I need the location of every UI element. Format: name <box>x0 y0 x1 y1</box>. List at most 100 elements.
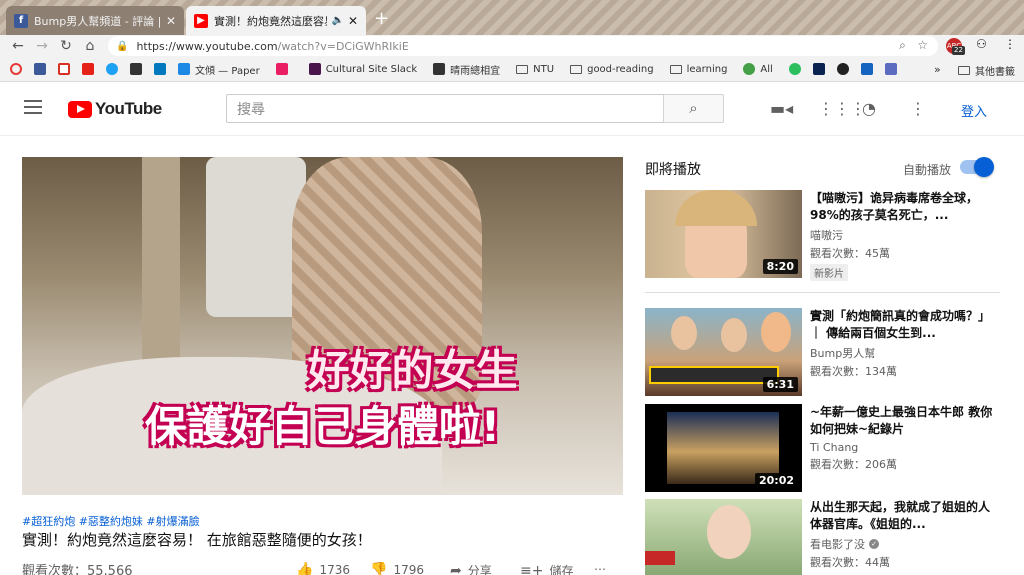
youtube-play-icon <box>68 100 92 118</box>
autoplay-toggle[interactable] <box>960 157 994 177</box>
card-title[interactable]: 【喵嗷污】诡异病毒席卷全球，98%的孩子莫名死亡，... <box>810 190 1000 224</box>
tab-facebook[interactable]: f Bump男人幫頻道 - 評論 | Facebook ✕ <box>6 6 184 35</box>
github-icon[interactable] <box>836 63 849 75</box>
mlb-icon[interactable] <box>812 63 825 75</box>
video-thumbnail[interactable]: 6:31 <box>645 308 802 396</box>
video-frame-figure <box>206 157 306 317</box>
feedly-icon <box>743 63 756 75</box>
site-icon[interactable] <box>884 63 897 75</box>
duration-badge: 8:20 <box>762 259 798 274</box>
list-item[interactable]: 20:02 ~年薪一億史上最強日本牛郎 教你如何把妹~紀錄片 Ti Chang … <box>645 404 1005 492</box>
slack-icon <box>308 63 321 75</box>
extension-icon[interactable]: ABC22 <box>946 38 965 55</box>
facebook-icon[interactable] <box>34 63 46 75</box>
bookmark-all[interactable]: All <box>743 63 773 75</box>
card-title[interactable]: 實測「約炮簡訊真的會成功嗎？」｜ 傳給兩百個女生到... <box>810 308 1000 342</box>
search-input[interactable]: 搜尋 <box>226 94 664 123</box>
settings-more-icon[interactable]: ⋮ <box>910 99 926 118</box>
sign-in-button[interactable]: 登入 <box>961 101 987 120</box>
share-button[interactable]: ➦ 分享 <box>450 562 492 575</box>
card-channel[interactable]: Bump男人幫 <box>810 345 1000 361</box>
thumb-label <box>645 551 675 565</box>
card-info: 【喵嗷污】诡异病毒席卷全球，98%的孩子莫名死亡，... 喵嗷污 觀看次數：45… <box>810 190 1000 281</box>
create-video-icon[interactable]: ▬◂ <box>770 99 793 118</box>
add-to-playlist-icon: ≡+ <box>520 562 544 575</box>
like-button[interactable]: 👍 1736 <box>296 562 350 575</box>
close-tab-icon[interactable]: ✕ <box>166 14 176 28</box>
search-button[interactable]: ⌕ <box>663 94 724 123</box>
bookmark-pattern[interactable] <box>275 63 293 75</box>
autoplay-label: 自動播放 <box>903 163 952 177</box>
hamburger-menu-icon[interactable] <box>24 100 42 114</box>
shield-icon[interactable] <box>860 63 873 75</box>
bookmarks-bar: 文傾 — Paper Cultural Site Slack 晴雨總相宜 NTU… <box>0 57 1024 82</box>
tab-youtube[interactable]: ▶ 實測！約炮竟然這麼容易！ 在旅館 🔈 ✕ <box>186 6 366 35</box>
bookmark-folder-ntu[interactable]: NTU <box>516 64 554 75</box>
menu-icon[interactable]: ⋮ <box>1004 37 1016 51</box>
other-bookmarks[interactable]: 其他書籤 <box>958 63 1015 78</box>
back-icon[interactable]: ← <box>6 38 30 54</box>
bookmark-blog[interactable]: 晴雨總相宜 <box>433 62 500 77</box>
card-channel[interactable]: 看电影了没 ✓ <box>810 536 1000 552</box>
incognito-icon[interactable]: ⚇ <box>976 37 987 51</box>
evernote-icon[interactable] <box>788 63 801 75</box>
save-button[interactable]: ≡+ 儲存 <box>520 562 573 575</box>
card-title[interactable]: 从出生那天起，我就成了姐姐的人体器官库。《姐姐的... <box>810 499 1000 533</box>
video-player[interactable]: 好好的女生 保護好自己身體啦! <box>22 157 623 495</box>
tab-title: 實測！約炮竟然這麼容易！ 在旅館 <box>214 14 327 28</box>
card-channel[interactable]: Ti Chang <box>810 441 1000 454</box>
youtube-icon: ▶ <box>194 13 208 28</box>
url-field[interactable]: 🔒 https://www.youtube.com/watch?v=DCiGWh… <box>108 36 938 56</box>
trello-icon[interactable] <box>154 63 166 75</box>
list-item[interactable]: 6:31 實測「約炮簡訊真的會成功嗎？」｜ 傳給兩百個女生到... Bump男人… <box>645 308 1005 396</box>
youtube-icon[interactable] <box>82 63 94 75</box>
thumb-person-2 <box>721 318 747 352</box>
bookmark-icon[interactable] <box>10 63 22 75</box>
zoom-icon[interactable]: ⌕ ☆ <box>899 38 928 53</box>
apps-grid-icon[interactable]: ⋮⋮⋮ <box>818 99 866 118</box>
facebook-icon: f <box>14 13 28 28</box>
card-views: 觀看次數：44萬 <box>810 556 890 569</box>
messages-icon[interactable]: ◔ <box>862 99 876 118</box>
twitter-icon[interactable] <box>106 63 118 75</box>
bookmark-folder-learning[interactable]: learning <box>669 64 727 75</box>
tab-title: Bump男人幫頻道 - 評論 | Facebook <box>34 14 162 28</box>
card-channel[interactable]: 喵嗷污 <box>810 227 1000 243</box>
duration-badge: 6:31 <box>762 377 798 392</box>
video-view-count: 觀看次數：55,566 <box>22 564 133 575</box>
gmail-icon[interactable] <box>58 63 70 75</box>
layers-icon <box>178 63 190 75</box>
video-hashtags[interactable]: #超狂約炮 #惡整約炮妹 #射爆滿臉 <box>22 513 200 529</box>
dislike-button[interactable]: 👎 1796 <box>370 562 424 575</box>
folder-icon <box>669 64 682 74</box>
search-icon: ⌕ <box>689 99 698 117</box>
video-thumbnail[interactable]: 20:02 <box>645 404 802 492</box>
card-title[interactable]: ~年薪一億史上最強日本牛郎 教你如何把妹~紀錄片 <box>810 404 1000 438</box>
thumb-person-3 <box>761 312 791 352</box>
speaker-icon[interactable]: 🔈 <box>331 15 343 26</box>
thumb-hair <box>675 190 757 226</box>
bookmark-paper[interactable]: 文傾 — Paper <box>178 62 260 77</box>
youtube-header: YouTube 搜尋 ⌕ ▬◂ ⋮⋮⋮ ◔ ⋮ 登入 <box>0 82 1024 136</box>
thumb-banner <box>649 366 779 384</box>
more-actions-icon[interactable]: ⋯ <box>594 562 606 575</box>
new-tab-button[interactable]: + <box>374 8 389 29</box>
hackmd-icon[interactable] <box>130 63 142 75</box>
divider <box>645 292 1000 293</box>
list-item[interactable]: 8:20 【喵嗷污】诡异病毒席卷全球，98%的孩子莫名死亡，... 喵嗷污 觀看… <box>645 190 1005 281</box>
video-title: 實測！約炮竟然這麼容易！ 在旅館惡整隨便的女孩！ <box>22 531 372 549</box>
more-bookmarks-icon[interactable]: » <box>934 63 941 76</box>
home-icon[interactable]: ⌂ <box>78 38 102 54</box>
video-thumbnail[interactable]: 8:20 <box>645 190 802 278</box>
youtube-logo[interactable]: YouTube <box>68 99 162 119</box>
card-views: 觀看次數：45萬 <box>810 247 890 260</box>
close-tab-icon[interactable]: ✕ <box>348 14 358 28</box>
reload-icon[interactable]: ↻ <box>54 38 78 54</box>
bookmark-slack[interactable]: Cultural Site Slack <box>308 63 417 75</box>
video-thumbnail[interactable] <box>645 499 802 575</box>
bookmark-folder-good-reading[interactable]: good-reading <box>570 64 654 75</box>
lock-icon: 🔒 <box>116 40 129 52</box>
forward-icon[interactable]: → <box>30 38 54 54</box>
duration-badge: 20:02 <box>754 473 798 488</box>
list-item[interactable]: 从出生那天起，我就成了姐姐的人体器官库。《姐姐的... 看电影了没 ✓ 觀看次數：… <box>645 499 1005 575</box>
